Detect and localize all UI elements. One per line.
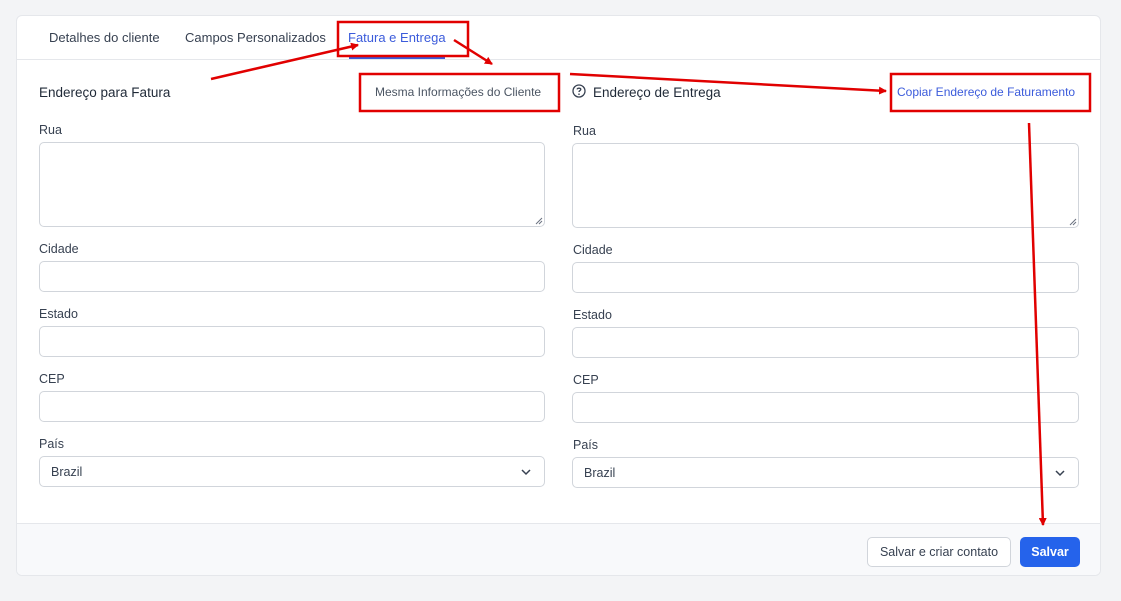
shipping-street-label: Rua	[573, 124, 596, 138]
billing-street-input[interactable]	[39, 142, 545, 227]
resize-grip-icon[interactable]	[535, 217, 543, 225]
tab-custom-fields[interactable]: Campos Personalizados	[185, 30, 326, 45]
billing-zip-label: CEP	[39, 372, 65, 386]
shipping-country-label: País	[573, 438, 599, 452]
chevron-down-icon	[521, 469, 531, 476]
billing-street-label: Rua	[39, 123, 62, 137]
billing-state-label: Estado	[39, 307, 78, 321]
billing-zip-input[interactable]	[39, 391, 545, 422]
shipping-zip-input[interactable]	[572, 392, 1079, 423]
same-customer-info-button[interactable]: Mesma Informações do Cliente	[375, 85, 541, 99]
resize-grip-icon[interactable]	[1069, 218, 1077, 226]
shipping-address-heading: Endereço de Entrega	[593, 85, 721, 100]
billing-country-value: Brazil	[51, 465, 83, 479]
customer-form-card: Detalhes do cliente Campos Personalizado…	[16, 15, 1101, 576]
shipping-state-input[interactable]	[572, 327, 1079, 358]
copy-billing-address-button[interactable]: Copiar Endereço de Faturamento	[897, 85, 1075, 99]
shipping-zip-label: CEP	[573, 373, 599, 387]
shipping-state-label: Estado	[573, 308, 612, 322]
billing-city-input[interactable]	[39, 261, 545, 292]
tab-bar: Detalhes do cliente Campos Personalizado…	[17, 16, 1100, 60]
shipping-street-input[interactable]	[572, 143, 1079, 228]
help-circle-icon[interactable]	[572, 84, 586, 98]
active-tab-indicator	[349, 57, 445, 59]
billing-country-select[interactable]: Brazil	[39, 456, 545, 487]
save-and-create-contact-button[interactable]: Salvar e criar contato	[867, 537, 1011, 567]
billing-city-label: Cidade	[39, 242, 79, 256]
tab-billing-shipping[interactable]: Fatura e Entrega	[348, 30, 446, 45]
billing-country-label: País	[39, 437, 65, 451]
chevron-down-icon	[1055, 470, 1065, 477]
save-button[interactable]: Salvar	[1020, 537, 1080, 567]
billing-state-input[interactable]	[39, 326, 545, 357]
shipping-country-value: Brazil	[584, 466, 616, 480]
form-footer: Salvar e criar contato Salvar	[17, 523, 1100, 575]
billing-address-heading: Endereço para Fatura	[39, 85, 171, 100]
tab-customer-details[interactable]: Detalhes do cliente	[49, 30, 160, 45]
shipping-city-label: Cidade	[573, 243, 613, 257]
shipping-country-select[interactable]: Brazil	[572, 457, 1079, 488]
shipping-city-input[interactable]	[572, 262, 1079, 293]
